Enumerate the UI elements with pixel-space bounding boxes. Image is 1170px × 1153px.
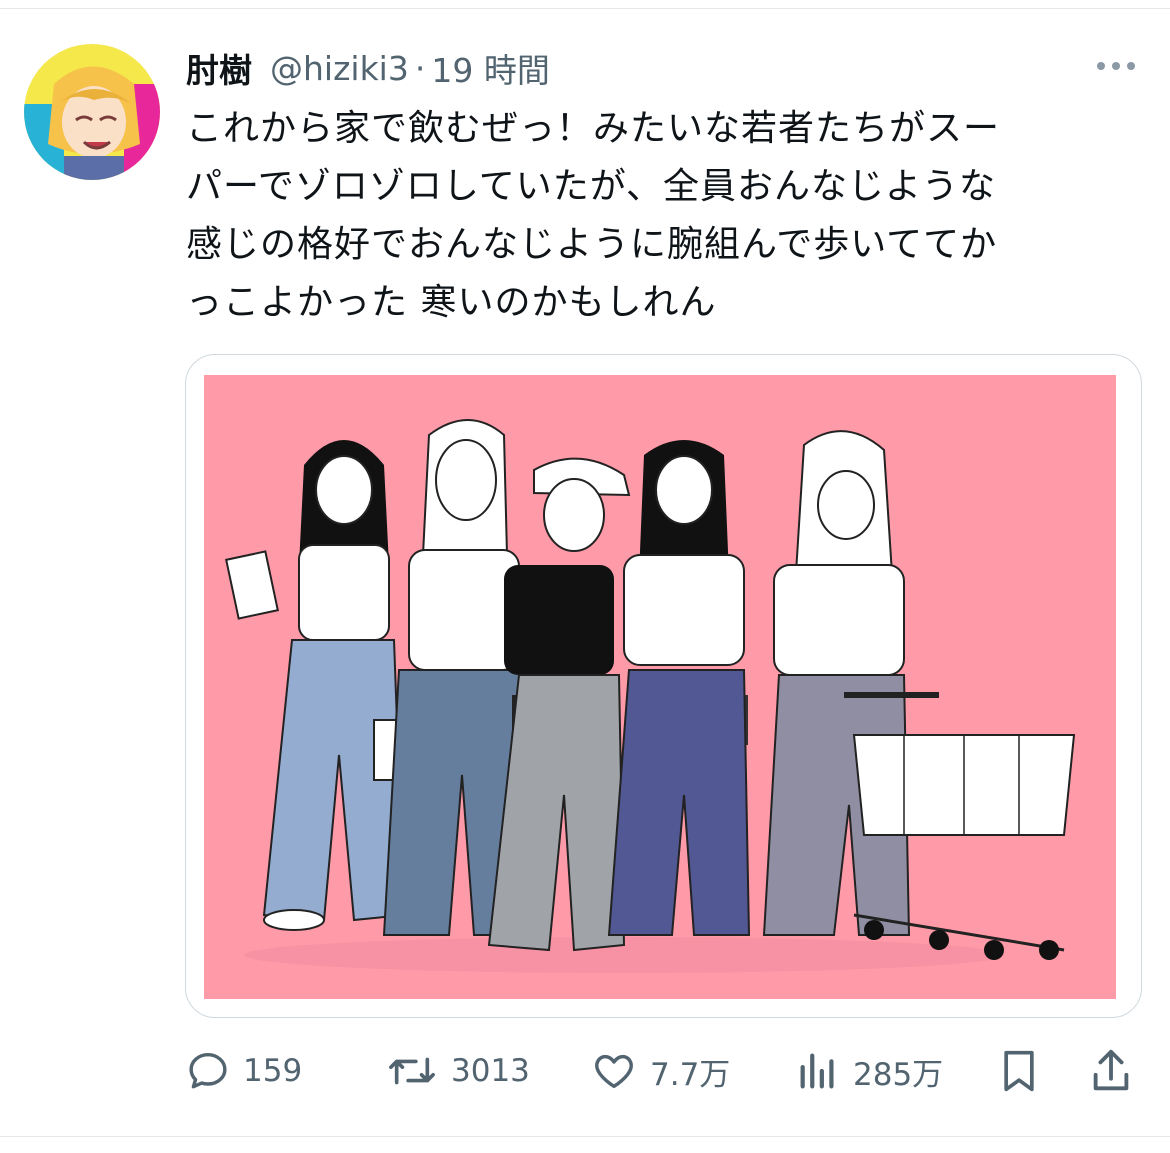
more-dot: [1097, 62, 1105, 70]
media-card[interactable]: [185, 354, 1142, 1018]
retweet-icon: [385, 1048, 439, 1094]
tweet-text-line: パーでゾロゾロしていたが、全員おんなじような: [186, 166, 997, 207]
share-button[interactable]: [1087, 1040, 1135, 1102]
author-handle[interactable]: @hiziki3: [270, 49, 409, 88]
retweet-count: 3013: [451, 1053, 530, 1089]
more-icon[interactable]: [1092, 54, 1140, 78]
reply-icon: [185, 1048, 231, 1094]
tweet-text: これから家で飲むぜっ！みたいな若者たちがスー パーでゾロゾロしていたが、全員おん…: [186, 100, 1146, 332]
illustration-image[interactable]: [204, 375, 1116, 999]
reply-count: 159: [243, 1053, 303, 1089]
more-dot: [1112, 62, 1120, 70]
views-icon: [795, 1048, 841, 1094]
tweet-time[interactable]: 19 時間: [431, 44, 549, 92]
bottom-divider: [0, 1136, 1170, 1137]
separator-dot: ·: [414, 48, 426, 88]
action-bar: 159 3013 7.7万 285万: [185, 1040, 1140, 1102]
views-count: 285万: [853, 1056, 944, 1093]
like-count: 7.7万: [650, 1056, 731, 1093]
top-divider: [0, 8, 1170, 9]
bookmark-button[interactable]: [997, 1040, 1041, 1102]
views-button[interactable]: 285万: [795, 1040, 943, 1102]
share-icon: [1087, 1046, 1135, 1096]
more-dot: [1127, 62, 1135, 70]
author-avatar[interactable]: [24, 44, 160, 180]
tweet-text-line: これから家で飲むぜっ！みたいな若者たちがスー: [186, 108, 1001, 149]
author-name[interactable]: 肘樹: [186, 44, 252, 92]
reply-button[interactable]: 159: [185, 1040, 302, 1102]
bookmark-icon: [997, 1046, 1041, 1096]
tweet-header: 肘樹 @hiziki3 · 19 時間: [186, 42, 550, 94]
tweet-text-line: 感じの格好でおんなじように腕組んで歩いててか: [186, 224, 998, 265]
like-icon: [590, 1048, 638, 1094]
tweet-text-line: っこよかった 寒いのかもしれん: [186, 282, 717, 323]
retweet-button[interactable]: 3013: [385, 1040, 530, 1102]
like-button[interactable]: 7.7万: [590, 1040, 730, 1102]
